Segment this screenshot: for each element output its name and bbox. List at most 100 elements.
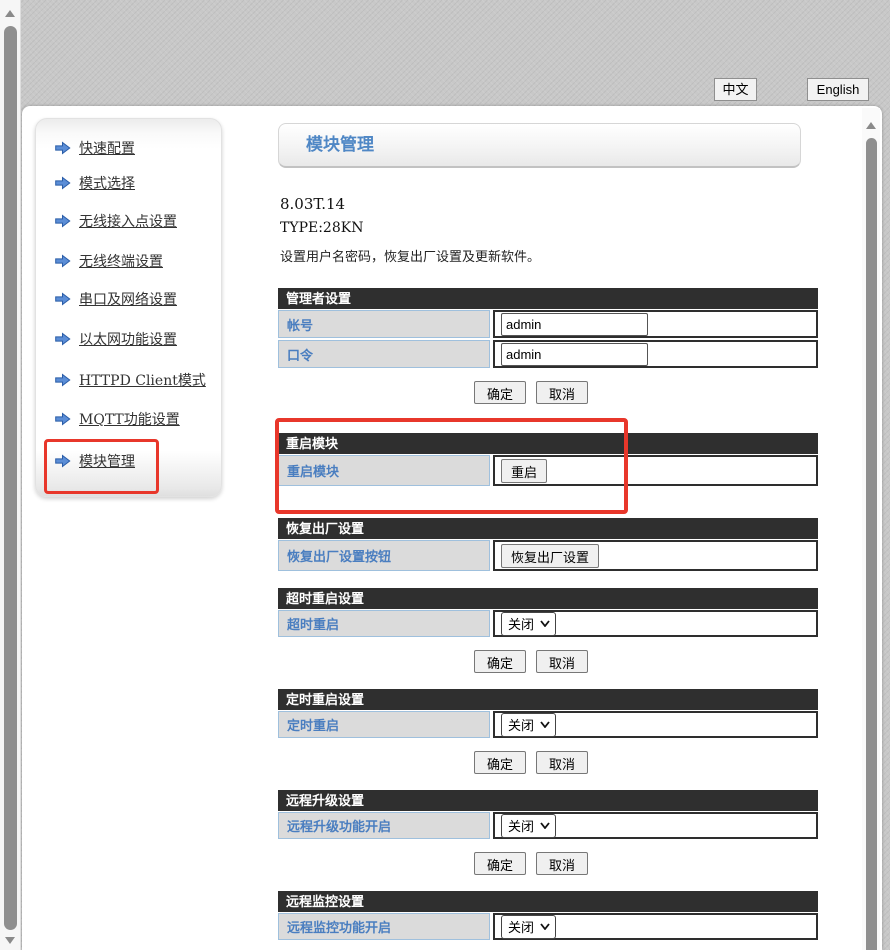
row-label: 口令 <box>278 340 490 368</box>
chevron-down-icon <box>540 721 550 728</box>
row-value-cell <box>493 340 818 368</box>
scheduled-restart-select[interactable]: 关闭 <box>501 712 557 737</box>
sidebar-item-label: 串口及网络设置 <box>79 292 177 308</box>
annotation-box-restart-section <box>275 418 628 514</box>
settings-section: 远程升级设置 远程升级功能开启 关闭确定 取消 <box>278 790 818 875</box>
sidebar-item-6[interactable]: 以太网功能设置 <box>54 328 177 350</box>
sidebar-item-label: MQTT功能设置 <box>79 412 180 428</box>
table-row: 帐号 <box>278 310 818 338</box>
button-bar: 确定 取消 <box>278 751 818 774</box>
row-value-cell <box>493 310 818 338</box>
settings-section: 定时重启设置 定时重启 关闭确定 取消 <box>278 689 818 774</box>
page-title: 模块管理 <box>278 123 801 168</box>
left-scrollbar-thumb[interactable] <box>4 26 17 930</box>
sidebar-item-8[interactable]: MQTT功能设置 <box>54 408 180 430</box>
settings-section: 恢复出厂设置 恢复出厂设置按钮 恢复出厂设置 <box>278 518 818 571</box>
section-header: 超时重启设置 <box>278 588 818 609</box>
select-value: 关闭 <box>508 819 535 834</box>
firmware-version: 8.03T.14 <box>280 195 346 213</box>
sidebar-item-4[interactable]: 无线终端设置 <box>54 250 163 272</box>
arrow-right-icon <box>55 214 71 228</box>
device-type: TYPE:28KN <box>280 220 364 236</box>
table-row: 口令 <box>278 340 818 368</box>
arrow-right-icon <box>55 176 71 190</box>
chevron-down-icon <box>540 923 550 930</box>
left-scrollbar-track <box>0 0 21 950</box>
english-language-button[interactable]: English <box>807 78 869 101</box>
sidebar-item-3[interactable]: 无线接入点设置 <box>54 210 177 232</box>
select-value: 关闭 <box>508 718 535 733</box>
settings-section: 远程监控设置 远程监控功能开启 关闭 <box>278 891 818 940</box>
sidebar-item-label: 模式选择 <box>79 176 135 192</box>
sidebar-item-label: 无线接入点设置 <box>79 214 177 230</box>
button-bar: 确定 取消 <box>278 852 818 875</box>
ok-button[interactable]: 确定 <box>473 751 526 774</box>
section-header: 恢复出厂设置 <box>278 518 818 539</box>
page-description: 设置用户名密码，恢复出厂设置及更新软件。 <box>280 249 541 264</box>
row-value-cell: 关闭 <box>493 711 818 738</box>
row-label: 恢复出厂设置按钮 <box>278 540 490 571</box>
row-value-cell: 关闭 <box>493 610 818 637</box>
password-input[interactable] <box>501 342 648 366</box>
sidebar-item-5[interactable]: 串口及网络设置 <box>54 288 177 310</box>
remote-upgrade-select[interactable]: 关闭 <box>501 813 557 838</box>
arrow-right-icon <box>55 292 71 306</box>
table-row: 远程监控功能开启 关闭 <box>278 913 818 940</box>
right-scrollbar-thumb[interactable] <box>866 138 877 950</box>
right-scrollbar-track <box>862 108 880 950</box>
row-label: 远程监控功能开启 <box>278 913 490 940</box>
table-row: 远程升级功能开启 关闭 <box>278 812 818 839</box>
row-label: 帐号 <box>278 310 490 338</box>
row-value-cell: 恢复出厂设置 <box>493 540 818 571</box>
annotation-box-sidebar-item <box>44 439 159 494</box>
section-header: 定时重启设置 <box>278 689 818 710</box>
cancel-button[interactable]: 取消 <box>536 852 589 875</box>
arrow-right-icon <box>55 373 71 387</box>
select-value: 关闭 <box>508 920 535 935</box>
ok-button[interactable]: 确定 <box>473 650 526 673</box>
cancel-button[interactable]: 取消 <box>536 650 589 673</box>
table-row: 定时重启 关闭 <box>278 711 818 738</box>
ok-button[interactable]: 确定 <box>473 381 526 404</box>
row-label: 超时重启 <box>278 610 490 637</box>
table-row: 恢复出厂设置按钮 恢复出厂设置 <box>278 540 818 571</box>
row-value-cell: 关闭 <box>493 812 818 839</box>
sidebar-item-label: HTTPD Client模式 <box>79 373 206 389</box>
scroll-up-icon[interactable] <box>866 122 876 129</box>
scroll-up-icon[interactable] <box>5 10 15 17</box>
arrow-right-icon <box>55 254 71 268</box>
row-label: 定时重启 <box>278 711 490 738</box>
remote-monitor-select[interactable]: 关闭 <box>501 914 557 939</box>
table-row: 超时重启 关闭 <box>278 610 818 637</box>
sidebar-item-label: 以太网功能设置 <box>79 332 177 348</box>
timeout-restart-select[interactable]: 关闭 <box>501 611 557 636</box>
sidebar-item-2[interactable]: 模式选择 <box>54 172 135 194</box>
chevron-down-icon <box>540 822 550 829</box>
chevron-down-icon <box>540 620 550 627</box>
factory-reset-button[interactable]: 恢复出厂设置 <box>501 543 600 568</box>
sidebar-item-1[interactable]: 快速配置 <box>54 137 135 159</box>
ok-button[interactable]: 确定 <box>473 852 526 875</box>
sidebar-item-7[interactable]: HTTPD Client模式 <box>54 369 206 391</box>
row-label: 远程升级功能开启 <box>278 812 490 839</box>
button-bar: 确定 取消 <box>278 381 818 404</box>
section-header: 远程升级设置 <box>278 790 818 811</box>
sidebar-item-label: 无线终端设置 <box>79 254 163 270</box>
info-block: 8.03T.14 TYPE:28KN 设置用户名密码，恢复出厂设置及更新软件。 <box>280 194 820 266</box>
chinese-language-button[interactable]: 中文 <box>714 78 757 101</box>
row-value-cell: 关闭 <box>493 913 818 940</box>
sidebar-item-label: 快速配置 <box>79 141 135 157</box>
button-bar: 确定 取消 <box>278 650 818 673</box>
section-header: 管理者设置 <box>278 288 818 309</box>
settings-section: 管理者设置帐号口令确定取消 <box>278 288 818 404</box>
section-header: 远程监控设置 <box>278 891 818 912</box>
arrow-right-icon <box>55 412 71 426</box>
scroll-down-icon[interactable] <box>5 937 15 944</box>
settings-section: 超时重启设置 超时重启 关闭确定 取消 <box>278 588 818 673</box>
select-value: 关闭 <box>508 617 535 632</box>
username-input[interactable] <box>501 312 648 336</box>
cancel-button[interactable]: 取消 <box>536 381 589 404</box>
cancel-button[interactable]: 取消 <box>536 751 589 774</box>
page: 中文 English 快速配置模式选择无线接入点设置 无线终端设置 串口及网络设置以… <box>0 0 890 950</box>
arrow-right-icon <box>55 141 71 155</box>
